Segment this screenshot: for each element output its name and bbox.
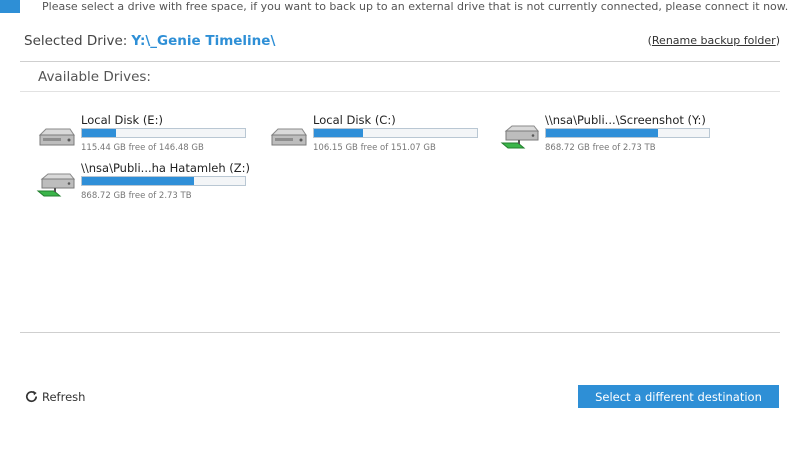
accent-block (0, 0, 20, 13)
drive-usage-bar (81, 176, 246, 186)
available-drives-header: Available Drives: (20, 62, 780, 92)
drive-free-space: 868.72 GB free of 2.73 TB (81, 191, 192, 201)
drive-free-space: 106.15 GB free of 151.07 GB (313, 143, 436, 153)
selected-drive-path: Y:\_Genie Timeline\ (131, 33, 276, 49)
network-drive-icon (36, 173, 76, 197)
rename-link-label: Rename backup folder (651, 34, 776, 47)
drive-usage-fill (82, 129, 117, 137)
select-different-destination-button[interactable]: Select a different destination (578, 385, 779, 408)
instruction-text: Please select a drive with free space, i… (42, 0, 789, 13)
drive-usage-fill (546, 129, 659, 137)
rename-close-paren: ) (775, 34, 780, 47)
drive-name: Local Disk (E:) (81, 113, 163, 127)
available-drives-panel: Available Drives: Local Disk (E:) 115.44… (20, 61, 780, 333)
drive-usage-bar (545, 128, 710, 138)
local-disk-icon (38, 128, 75, 146)
drive-usage-bar (81, 128, 246, 138)
selected-drive-caption: Selected Drive: (24, 33, 128, 49)
drive-free-space: 115.44 GB free of 146.48 GB (81, 143, 204, 153)
drive-item-z[interactable]: \\nsa\Publi...ha Hatamleh (Z:) 868.72 GB… (36, 161, 266, 201)
drive-usage-fill (314, 129, 363, 137)
drive-free-space: 868.72 GB free of 2.73 TB (545, 143, 656, 153)
drive-item-y[interactable]: \\nsa\Publi...\Screenshot (Y:) 868.72 GB… (500, 113, 730, 153)
drive-name: Local Disk (C:) (313, 113, 396, 127)
refresh-icon (26, 390, 38, 403)
drive-usage-bar (313, 128, 478, 138)
drive-usage-fill (82, 177, 195, 185)
drive-item-e[interactable]: Local Disk (E:) 115.44 GB free of 146.48… (36, 113, 266, 153)
drive-item-c[interactable]: Local Disk (C:) 106.15 GB free of 151.07… (268, 113, 498, 153)
selected-drive-row: Selected Drive: Y:\_Genie Timeline\ (Rena… (24, 33, 780, 53)
drive-name: \\nsa\Publi...ha Hatamleh (Z:) (81, 161, 251, 175)
available-drives-title: Available Drives: (38, 69, 151, 85)
local-disk-icon (270, 128, 307, 146)
refresh-label: Refresh (42, 390, 86, 404)
selected-drive-label: Selected Drive: Y:\_Genie Timeline\ (24, 33, 275, 49)
network-drive-icon (500, 125, 540, 149)
drive-name: \\nsa\Publi...\Screenshot (Y:) (545, 113, 706, 127)
rename-backup-folder-link[interactable]: (Rename backup folder) (648, 34, 780, 47)
